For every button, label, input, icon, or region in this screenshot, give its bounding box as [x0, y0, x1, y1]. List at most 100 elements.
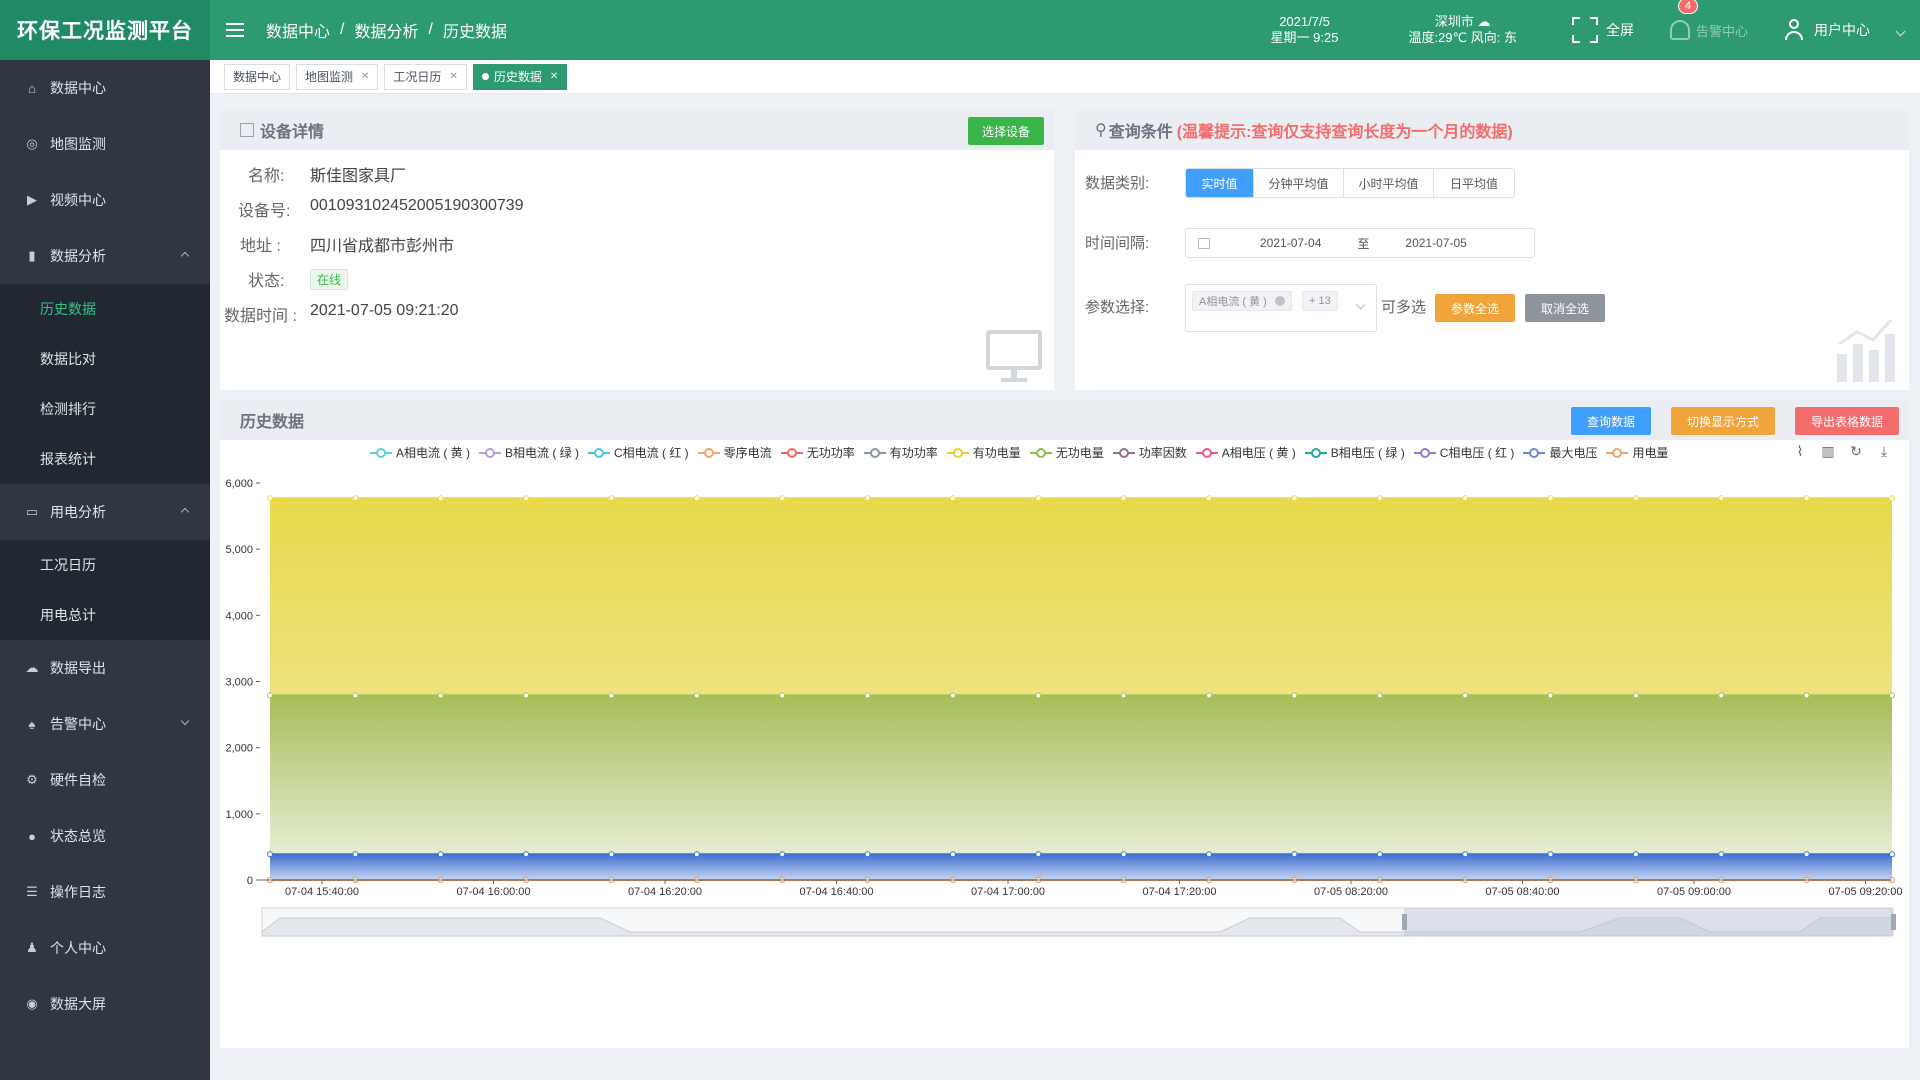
device-panel-header: 设备详情 选择设备	[220, 110, 1054, 150]
tab-history[interactable]: 历史数据 ✕	[472, 63, 568, 90]
data-point	[1120, 851, 1127, 858]
top-header: 环保工况监测平台 数据中心 / 数据分析 / 历史数据 2021/7/5 星期一…	[0, 0, 1920, 60]
sidebar: ⌂ 数据中心 ◎ 地图监测 ▶ 视频中心 ▮ 数据分析 历史数据 数据比对 检测排行 报…	[0, 60, 210, 1080]
sidebar-item-bigscreen[interactable]: ◉ 数据大屏	[0, 976, 210, 1032]
data-point	[523, 851, 530, 858]
chevron-up-icon	[180, 251, 190, 261]
series-area	[270, 695, 1892, 880]
close-icon[interactable]: ✕	[361, 71, 369, 82]
data-point	[1206, 851, 1213, 858]
video-icon: ▶	[27, 192, 37, 207]
fullscreen-button[interactable]: 全屏	[1571, 17, 1634, 43]
sidebar-item-status[interactable]: ● 状态总览	[0, 808, 210, 864]
sidebar-item-data-center[interactable]: ⌂ 数据中心	[0, 60, 210, 116]
data-point	[1035, 495, 1042, 502]
select-all-button[interactable]: 参数全选	[1435, 294, 1515, 322]
data-point	[437, 692, 444, 699]
map-icon: ◎	[26, 136, 38, 151]
tab-data-center[interactable]: 数据中心	[224, 63, 291, 90]
weather-display: 深圳市 ☁ 温度:29℃ 风向: 东	[1408, 14, 1517, 45]
user-icon: ♟	[26, 940, 38, 955]
data-point	[864, 851, 871, 858]
data-point	[1718, 495, 1725, 502]
close-icon[interactable]: ✕	[550, 71, 558, 82]
sidebar-item-log[interactable]: ☰ 操作日志	[0, 864, 210, 920]
sidebar-item-profile[interactable]: ♟ 个人中心	[0, 920, 210, 976]
history-chart[interactable]: 6,000 5,000 4,000 3,000 2,000 1,000 0 07-04 15:…	[220, 440, 1909, 1048]
data-point	[1547, 851, 1554, 858]
start-date[interactable]: 2021-07-04	[1260, 236, 1321, 250]
sidebar-item-video[interactable]: ▶ 视频中心	[0, 172, 210, 228]
data-point	[1889, 851, 1895, 858]
export-table-button[interactable]: 导出表格数据	[1795, 407, 1899, 435]
type-minute-avg-option[interactable]: 分钟平均值	[1254, 169, 1344, 197]
data-point	[1632, 495, 1639, 502]
tab-calendar[interactable]: 工况日历 ✕	[384, 63, 467, 90]
sidebar-subitem-power-total[interactable]: 用电总计	[0, 590, 210, 640]
data-zoom-handle-left	[1402, 914, 1407, 930]
alarm-center-button[interactable]: 4 告警中心	[1669, 0, 1748, 40]
breadcrumb-item[interactable]: 数据中心	[266, 18, 330, 42]
sidebar-item-power-analysis[interactable]: ▭ 用电分析	[0, 484, 210, 540]
active-dot-icon	[481, 73, 489, 80]
status-icon: ●	[28, 828, 36, 844]
close-icon[interactable]: ✕	[449, 71, 457, 82]
data-point	[1291, 851, 1298, 858]
data-point	[267, 692, 273, 699]
data-point	[1291, 692, 1298, 699]
data-point	[1632, 851, 1639, 858]
home-icon: ⌂	[28, 80, 36, 96]
sidebar-item-export[interactable]: ☁ 数据导出	[0, 640, 210, 696]
data-point	[1120, 495, 1127, 502]
sidebar-subitem-compare[interactable]: 数据比对	[0, 334, 210, 384]
data-point	[1718, 851, 1725, 858]
data-point	[267, 495, 273, 502]
sidebar-subitem-calendar[interactable]: 工况日历	[0, 540, 210, 590]
data-point	[1547, 495, 1554, 502]
type-day-avg-option[interactable]: 日平均值	[1434, 169, 1514, 197]
tabs-bar: 数据中心 地图监测 ✕ 工况日历 ✕ 历史数据 ✕	[210, 60, 1920, 94]
param-tag: A相电流 ( 黄 )	[1192, 291, 1292, 311]
select-device-button[interactable]: 选择设备	[967, 117, 1044, 145]
chevron-down-icon	[180, 716, 190, 726]
tab-map[interactable]: 地图监测 ✕	[296, 63, 379, 90]
sidebar-subitem-history[interactable]: 历史数据	[0, 284, 210, 334]
data-point	[779, 851, 786, 858]
chart-decoration-icon	[1837, 318, 1895, 382]
param-multiselect[interactable]: A相电流 ( 黄 ) + 13	[1185, 284, 1377, 332]
data-point	[864, 495, 871, 502]
data-point	[1462, 692, 1469, 699]
data-point	[437, 495, 444, 502]
end-date[interactable]: 2021-07-05	[1405, 236, 1466, 250]
type-realtime-option[interactable]: 实时值	[1186, 169, 1254, 197]
sidebar-subitem-ranking[interactable]: 检测排行	[0, 384, 210, 434]
tag-close-icon[interactable]	[1274, 296, 1285, 306]
bell-icon	[1669, 20, 1690, 40]
type-hour-avg-option[interactable]: 小时平均值	[1344, 169, 1434, 197]
data-point	[1376, 851, 1383, 858]
y-tick-label: 5,000	[225, 544, 253, 556]
deselect-all-button[interactable]: 取消全选	[1525, 294, 1605, 322]
x-tick-label: 07-04 15:40:00	[285, 886, 359, 898]
data-point	[1547, 692, 1554, 699]
device-time-row: 数据时间 :2021-07-05 09:21:20	[224, 302, 459, 325]
bar-chart-icon: ▮	[28, 248, 36, 263]
data-point	[608, 851, 615, 858]
sidebar-item-alarm[interactable]: ♠ 告警中心	[0, 696, 210, 752]
switch-display-button[interactable]: 切换显示方式	[1671, 407, 1775, 435]
query-hint: (温馨提示:查询仅支持查询长度为一个月的数据)	[1176, 124, 1513, 141]
breadcrumb-item[interactable]: 数据分析	[354, 18, 418, 42]
sidebar-subitem-report[interactable]: 报表统计	[0, 434, 210, 484]
user-center-button[interactable]: 用户中心	[1784, 19, 1870, 41]
data-point	[523, 495, 530, 502]
menu-toggle-icon[interactable]	[226, 23, 244, 37]
query-data-button[interactable]: 查询数据	[1571, 407, 1651, 435]
chevron-down-icon[interactable]	[1895, 26, 1906, 37]
sidebar-item-data-analysis[interactable]: ▮ 数据分析	[0, 228, 210, 284]
date-range-picker[interactable]: 2021-07-04 至 2021-07-05	[1185, 228, 1535, 258]
data-point	[864, 692, 871, 699]
x-tick-label: 07-05 09:00:00	[1657, 886, 1731, 898]
sidebar-item-hardware[interactable]: ⚙ 硬件自检	[0, 752, 210, 808]
sidebar-item-map[interactable]: ◎ 地图监测	[0, 116, 210, 172]
alarm-count-badge: 4	[1677, 0, 1699, 14]
